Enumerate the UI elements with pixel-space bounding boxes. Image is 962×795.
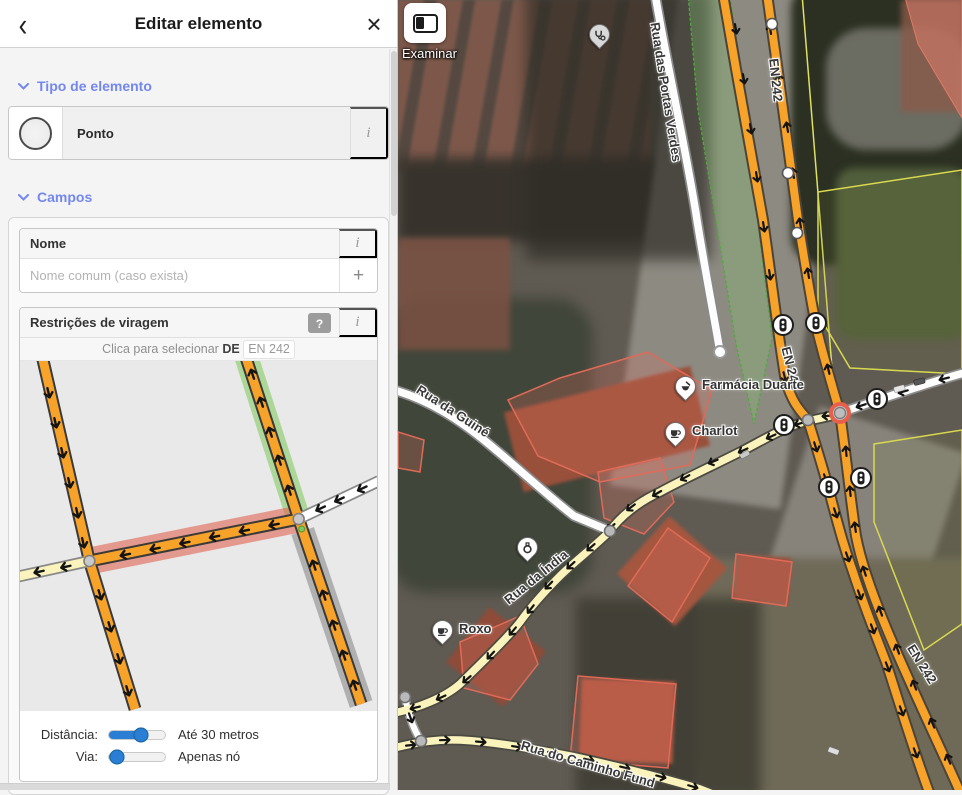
scrollbar-thumb[interactable] xyxy=(391,51,397,216)
add-name-button[interactable]: + xyxy=(339,259,377,292)
via-slider-thumb[interactable] xyxy=(109,749,124,764)
back-button[interactable]: ‹ xyxy=(0,0,46,47)
restrictions-info-button[interactable]: i xyxy=(339,308,377,337)
distance-slider[interactable] xyxy=(108,730,166,740)
panel-title: Editar elemento xyxy=(46,14,351,34)
name-info-button[interactable]: i xyxy=(339,229,377,258)
preset-icon-cell xyxy=(9,107,63,159)
selected-node[interactable] xyxy=(831,404,849,422)
via-node xyxy=(299,526,305,532)
name-field-label: Nome xyxy=(20,229,339,258)
distance-label: Distância: xyxy=(24,727,98,742)
panel-scrollbar[interactable] xyxy=(389,49,397,790)
poi-cafe-roxo[interactable]: Roxo xyxy=(432,620,453,641)
preset-card[interactable]: Ponto i xyxy=(8,106,389,160)
chevron-down-icon xyxy=(18,194,29,201)
panel-body: Tipo de elemento Ponto i Campos Nome i + xyxy=(0,78,397,795)
restrictions-label: Restrições de viragem xyxy=(20,308,308,337)
distance-slider-thumb[interactable] xyxy=(134,727,149,742)
edit-entity-panel: ‹ Editar elemento × Tipo de elemento Pon… xyxy=(0,0,398,790)
via-slider-row: Via: Apenas nó xyxy=(24,749,373,764)
via-value: Apenas nó xyxy=(178,749,240,764)
next-card-edge xyxy=(0,783,390,790)
distance-value: Até 30 metros xyxy=(178,727,259,742)
distance-slider-row: Distância: Até 30 metros xyxy=(24,727,373,742)
poi-label: Charlot xyxy=(692,423,738,438)
section-type-toggle[interactable]: Tipo de elemento xyxy=(18,78,379,94)
point-icon xyxy=(19,117,52,150)
examine-label: Examinar xyxy=(402,46,462,61)
ring-icon xyxy=(513,533,543,563)
cafe-icon xyxy=(428,616,458,646)
restriction-sliders: Distância: Até 30 metros Via: xyxy=(20,711,377,781)
name-field-card: Nome i + xyxy=(19,228,378,293)
building-polygon[interactable] xyxy=(904,0,962,118)
cafe-icon xyxy=(661,418,691,448)
hint-from: DE xyxy=(222,342,239,356)
name-field-header: Nome i xyxy=(20,229,377,259)
name-input[interactable] xyxy=(20,259,339,292)
examine-control: Examinar xyxy=(402,3,462,61)
poi-cafe-charlot[interactable]: Charlot xyxy=(665,422,686,443)
restriction-hint: Clica para selecionar DE EN 242 xyxy=(20,338,377,361)
poi-pharmacy[interactable]: Farmácia Duarte xyxy=(675,376,696,397)
poi-label: Farmácia Duarte xyxy=(702,377,804,392)
map-canvas[interactable]: Rua das Portas Verdes EN 242 EN 242 EN 2… xyxy=(398,0,962,790)
hint-way-badge: EN 242 xyxy=(243,340,295,359)
pharmacy-icon xyxy=(671,372,701,402)
help-button[interactable]: ? xyxy=(308,313,331,333)
sidebar-panel-icon xyxy=(413,14,438,33)
turn-restrictions-card: Restrições de viragem ? i Clica para sel… xyxy=(19,307,378,782)
preset-info-button[interactable]: i xyxy=(350,107,388,159)
close-icon: × xyxy=(366,11,381,37)
restrictions-header: Restrições de viragem ? i xyxy=(20,308,377,338)
junction-node[interactable] xyxy=(84,556,95,567)
name-input-row: + xyxy=(20,259,377,292)
via-label: Via: xyxy=(24,749,98,764)
chevron-down-icon xyxy=(18,83,29,90)
preset-name: Ponto xyxy=(63,107,350,159)
section-type-label: Tipo de elemento xyxy=(37,78,152,94)
road-end-node[interactable] xyxy=(714,346,726,358)
close-button[interactable]: × xyxy=(351,0,397,47)
poi-unlabeled[interactable] xyxy=(517,537,538,558)
section-fields-label: Campos xyxy=(37,189,92,205)
examine-button[interactable] xyxy=(404,3,446,43)
poi-doctor[interactable] xyxy=(589,24,610,45)
via-slider[interactable] xyxy=(108,752,166,762)
junction-node[interactable] xyxy=(293,514,304,525)
poi-label: Roxo xyxy=(459,621,492,636)
back-icon: ‹ xyxy=(19,7,28,40)
doctor-icon xyxy=(585,20,615,50)
hint-prefix: Clica para selecionar xyxy=(102,342,219,356)
landuse-area-ne[interactable] xyxy=(818,170,962,374)
panel-header: ‹ Editar elemento × xyxy=(0,0,397,48)
fields-container: Nome i + Restrições de viragem ? i Clica… xyxy=(8,217,389,795)
section-fields-toggle[interactable]: Campos xyxy=(18,189,379,205)
turn-restriction-editor[interactable] xyxy=(20,361,377,711)
